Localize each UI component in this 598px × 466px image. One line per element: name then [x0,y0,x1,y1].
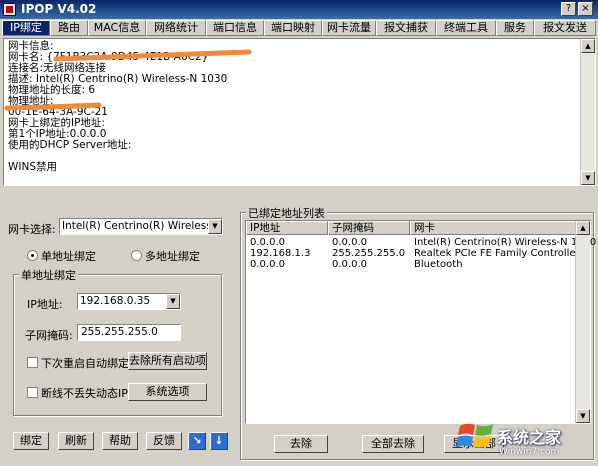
multi-bind-radio[interactable] [131,250,142,261]
window-title: IPOP V4.02 [21,2,97,16]
single-bind-group-title: 单地址绑定 [19,267,78,283]
bound-address-list[interactable]: IP地址 子网掩码 网卡 0.0.0.0 0.0.0.0 Intel(R) Ce… [245,220,596,424]
tab-port-map[interactable]: 端口映射 [264,20,322,36]
tab-nic-traffic[interactable]: 网卡流量 [322,20,376,36]
system-options-button[interactable]: 系统选项 [128,383,207,401]
bind-button[interactable]: 绑定 [13,432,49,450]
minimize-tray-icon[interactable]: ↘ [188,432,206,450]
row-1-ip[interactable]: 192.168.1.3 [250,248,310,259]
tab-ip-bind[interactable]: IP绑定 [2,20,50,36]
info-scrollbar[interactable]: ▲ ▼ [580,39,595,185]
tab-terminal-tools[interactable]: 终端工具 [436,20,496,36]
remove-startup-button[interactable]: 去除所有启动项 [128,352,207,370]
tab-net-stats[interactable]: 网络统计 [146,20,206,36]
tab-bar: IP绑定 路由 MAC信息 网络统计 端口信息 端口映射 网卡流量 报文捕获 终… [0,19,598,37]
app-icon [3,3,16,16]
tab-packet-send[interactable]: 报文发送 [534,20,596,36]
keep-dhcp-ip-checkbox[interactable] [27,387,38,398]
watermark-brand: 系统之家 [497,428,562,447]
scroll-up-icon[interactable]: ▲ [581,39,595,53]
nic-select-label: 网卡选择: [8,223,56,236]
chevron-down-icon[interactable]: ▼ [208,219,222,234]
scroll-down-icon[interactable]: ▼ [576,409,590,423]
column-mask[interactable]: 子网掩码 [328,221,410,235]
column-nic[interactable]: 网卡 [410,221,576,235]
download-icon[interactable]: ↓ [210,432,228,450]
keep-dhcp-ip-label: 断线不丢失动态IP [41,387,128,400]
single-bind-label: 单地址绑定 [41,250,96,263]
subnet-mask-input[interactable]: 255.255.255.0 [77,324,181,341]
multi-bind-label: 多地址绑定 [145,250,200,263]
tab-route[interactable]: 路由 [50,20,88,36]
ip-address-input[interactable]: 192.168.0.35 ▼ [77,293,181,310]
row-1-nic[interactable]: Realtek PCIe FE Family Controller [414,248,580,259]
chevron-down-icon[interactable]: ▼ [166,294,180,309]
redaction-marks [4,49,252,111]
remove-all-button[interactable]: 全部去除 [362,435,424,453]
row-2-nic[interactable]: Bluetooth [414,259,463,270]
row-0-ip[interactable]: 0.0.0.0 [250,237,285,248]
scroll-up-icon[interactable]: ▲ [576,221,590,235]
row-1-mask[interactable]: 255.255.255.0 [332,248,405,259]
feedback-button[interactable]: 反馈 [146,432,182,450]
single-bind-radio[interactable] [27,250,38,261]
close-button[interactable]: × [578,2,593,16]
nic-select-value: Intel(R) Centrino(R) Wireless-N 1 [62,220,223,232]
refresh-button[interactable]: 刷新 [58,432,94,450]
watermark-url: Winwin7.com [499,447,560,457]
nic-select[interactable]: Intel(R) Centrino(R) Wireless-N 1 ▼ [59,218,223,235]
subnet-mask-label: 子网掩码: [25,329,73,342]
column-ip[interactable]: IP地址 [246,221,328,235]
auto-bind-checkbox[interactable] [27,357,38,368]
bound-list-title: 已绑定地址列表 [246,205,327,221]
nic-info-textarea[interactable]: 网卡信息: 网卡名: {7F1B3C2A-9D45-4E1B-A6C2} 连接名… [3,38,596,186]
ip-address-label: IP地址: [27,298,63,311]
auto-bind-label: 下次重启自动绑定 [41,357,129,370]
tab-services[interactable]: 服务 [496,20,534,36]
row-0-mask[interactable]: 0.0.0.0 [332,237,367,248]
help-text-button[interactable]: 帮助 [102,432,138,450]
tab-port-info[interactable]: 端口信息 [206,20,264,36]
windows-logo-watermark [456,423,493,448]
tab-packet-capture[interactable]: 报文捕获 [376,20,436,36]
row-2-mask[interactable]: 0.0.0.0 [332,259,367,270]
remove-button[interactable]: 去除 [274,435,328,453]
list-scrollbar[interactable]: ▲ ▼ [575,221,590,423]
ip-address-value: 192.168.0.35 [80,295,151,307]
scroll-down-icon[interactable]: ▼ [581,171,595,185]
row-2-ip[interactable]: 0.0.0.0 [250,259,285,270]
help-button[interactable]: ? [561,2,576,16]
title-bar: IPOP V4.02 ? × [0,0,598,19]
row-0-nic[interactable]: Intel(R) Centrino(R) Wireless-N 1030 [414,237,596,248]
tab-mac-info[interactable]: MAC信息 [88,20,146,36]
